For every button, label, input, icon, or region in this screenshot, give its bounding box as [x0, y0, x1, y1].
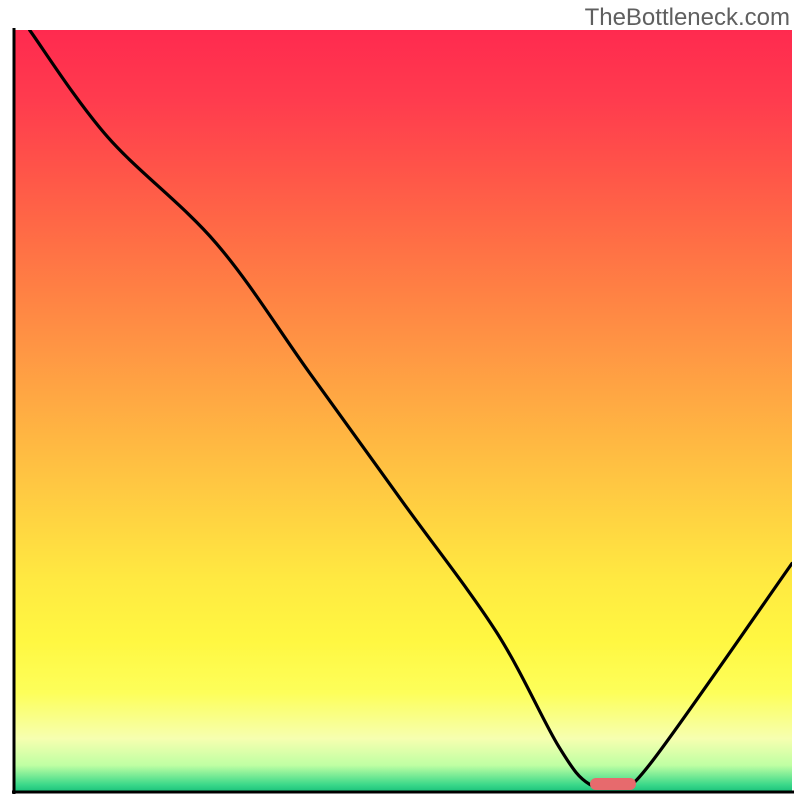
plot-gradient-background: [14, 30, 792, 792]
watermark-text: TheBottleneck.com: [585, 4, 790, 32]
chart-container: TheBottleneck.com: [0, 0, 800, 800]
optimal-marker: [590, 778, 637, 790]
